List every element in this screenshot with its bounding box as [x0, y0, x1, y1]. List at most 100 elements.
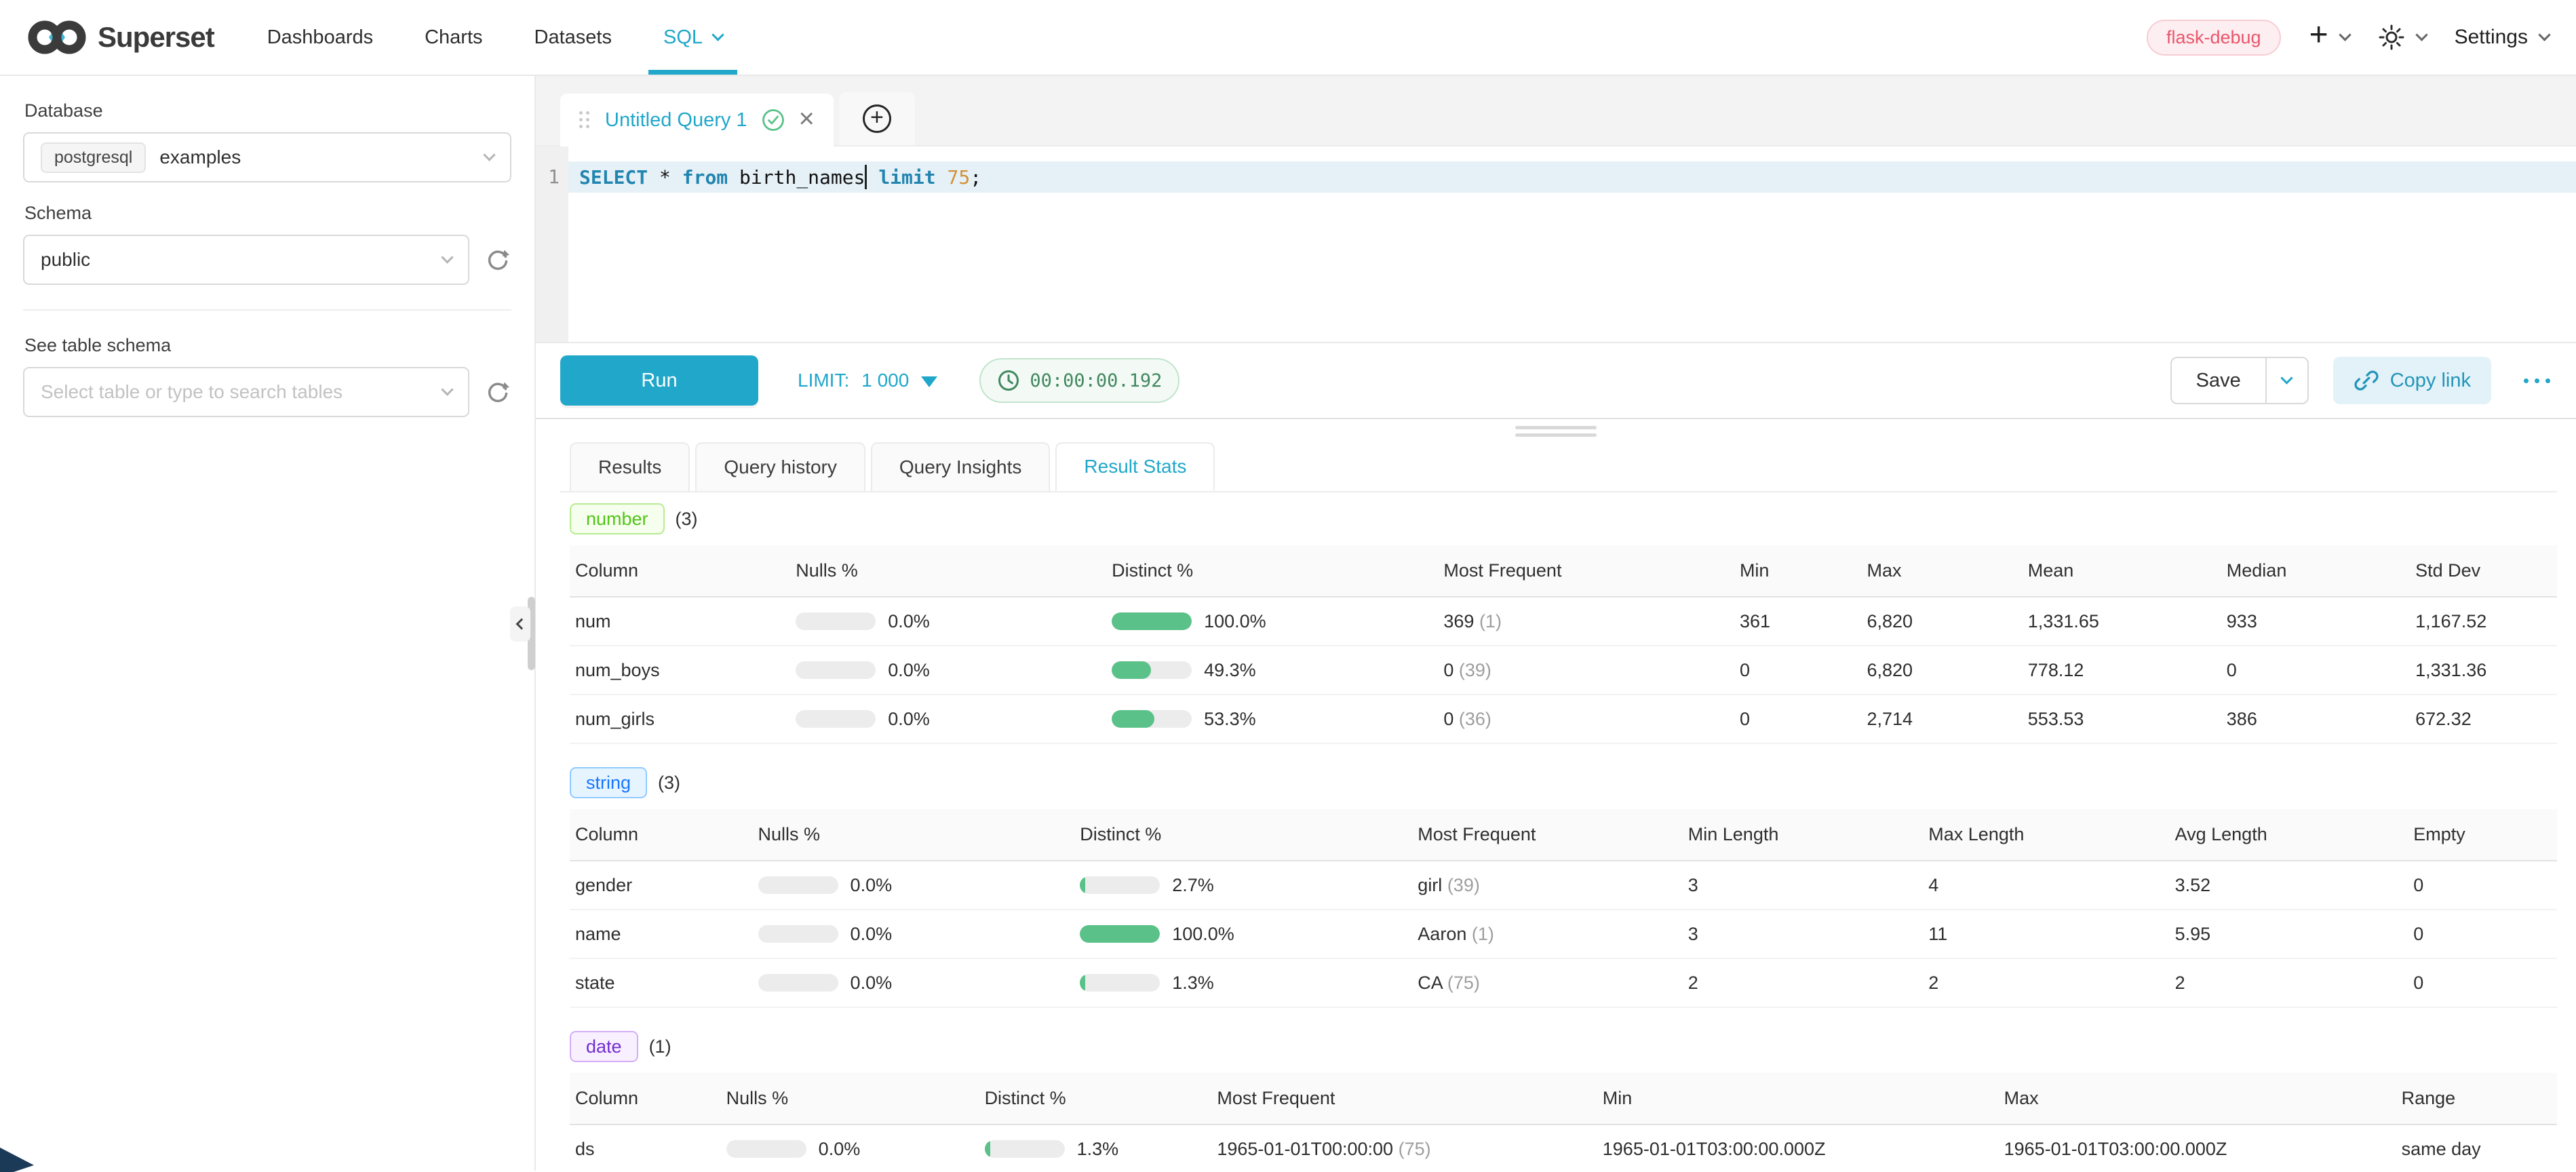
tab-query-history[interactable]: Query history	[695, 442, 865, 491]
database-select[interactable]: postgresql examples	[23, 132, 511, 182]
schema-value: public	[41, 249, 90, 271]
column-header: Min Length	[1683, 809, 1924, 861]
most-frequent-cell: 369 (1)	[1438, 597, 1734, 646]
nav-item-datasets[interactable]: Datasets	[534, 0, 612, 75]
nav-item-charts[interactable]: Charts	[425, 0, 482, 75]
plus-icon: +	[2309, 19, 2328, 52]
progress-percent: 0.0%	[851, 875, 893, 896]
stat-value-cell: 2	[1683, 958, 1924, 1007]
environment-badge: flask-debug	[2147, 20, 2281, 56]
stat-value-cell: 2,714	[1861, 695, 2022, 743]
progress-pill	[1080, 925, 1160, 943]
nav-item-dashboards[interactable]: Dashboards	[267, 0, 373, 75]
table-select-placeholder: Select table or type to search tables	[41, 381, 343, 403]
column-header: Max	[1861, 545, 2022, 597]
distinct-cell: 1.3%	[979, 1125, 1212, 1171]
more-options-button[interactable]	[2520, 372, 2554, 390]
progress-pill	[1080, 876, 1160, 894]
stat-value-cell: same day	[2396, 1125, 2557, 1171]
close-tab-icon[interactable]: ×	[799, 105, 815, 132]
stat-value-cell: 11	[1923, 910, 2169, 958]
progress-pill	[1112, 612, 1192, 630]
editor-code-area[interactable]: SELECT * from birth_names limit 75;	[568, 146, 2576, 342]
new-query-tab-button[interactable]: +	[839, 92, 915, 145]
section-badge-row: string(3)	[570, 767, 2557, 798]
settings-menu[interactable]: Settings	[2455, 26, 2549, 49]
progress-cell: 0.0%	[726, 1139, 973, 1160]
table-schema-label: See table schema	[24, 335, 511, 356]
column-header: Nulls %	[790, 545, 1106, 597]
stat-value-cell: 1,331.36	[2410, 646, 2557, 695]
query-success-check-icon	[761, 108, 785, 132]
header-row: ColumnNulls %Distinct %Most FrequentMinM…	[570, 1073, 2557, 1125]
most-frequent-count: (75)	[1393, 1139, 1431, 1159]
query-tab[interactable]: Untitled Query 1 ×	[560, 94, 834, 146]
tab-result-stats[interactable]: Result Stats	[1055, 442, 1215, 491]
column-name-cell: num_boys	[570, 646, 790, 695]
tab-query-insights[interactable]: Query Insights	[871, 442, 1051, 491]
collapse-sidebar-button[interactable]	[510, 606, 530, 642]
save-options-button[interactable]	[2265, 358, 2307, 403]
caret-down-icon	[921, 376, 937, 387]
stat-value-cell: 5.95	[2170, 910, 2408, 958]
brand-name: Superset	[98, 21, 214, 54]
header-row: ColumnNulls %Distinct %Most FrequentMinM…	[570, 545, 2557, 597]
superset-logo[interactable]: Superset	[27, 18, 214, 56]
column-header: Nulls %	[753, 809, 1075, 861]
chevron-down-icon	[441, 251, 453, 263]
progress-pill	[758, 876, 838, 894]
limit-dropdown[interactable]: LIMIT: 1 000	[798, 370, 937, 391]
new-item-menu[interactable]: +	[2309, 23, 2349, 52]
tab-results[interactable]: Results	[570, 442, 690, 491]
most-frequent-value: Aaron	[1418, 924, 1466, 944]
progress-percent: 100.0%	[1204, 611, 1266, 632]
progress-percent: 0.0%	[888, 611, 930, 632]
nav-item-sql[interactable]: SQL	[663, 0, 722, 75]
sql-token	[867, 166, 878, 189]
column-header: Avg Length	[2170, 809, 2408, 861]
main-nav: Dashboards Charts Datasets SQL	[267, 0, 722, 75]
stat-value-cell: 4	[1923, 861, 2169, 910]
refresh-schemas-button[interactable]	[484, 246, 511, 273]
column-header: Range	[2396, 1073, 2557, 1125]
theme-menu[interactable]	[2378, 24, 2426, 51]
stats-section-number: number(3)ColumnNulls %Distinct %Most Fre…	[560, 503, 2557, 744]
progress-percent: 1.3%	[1077, 1139, 1119, 1160]
header-row: ColumnNulls %Distinct %Most FrequentMin …	[570, 809, 2557, 861]
stat-value-cell: 2	[1923, 958, 2169, 1007]
circle-plus-icon: +	[863, 104, 891, 133]
superset-logo-icon	[27, 18, 87, 56]
stat-value-cell: 0	[2408, 958, 2557, 1007]
column-header: Distinct %	[1074, 809, 1412, 861]
progress-pill	[1112, 661, 1192, 679]
most-frequent-value: girl	[1418, 875, 1442, 895]
refresh-tables-button[interactable]	[484, 378, 511, 406]
progress-percent: 0.0%	[888, 709, 930, 730]
most-frequent-cell: Aaron (1)	[1412, 910, 1682, 958]
table-select[interactable]: Select table or type to search tables	[23, 367, 469, 417]
column-name-cell: num_girls	[570, 695, 790, 743]
progress-pill	[796, 612, 876, 630]
stat-value-cell: 361	[1734, 597, 1862, 646]
sql-editor[interactable]: 1 SELECT * from birth_names limit 75;	[536, 146, 2576, 342]
progress-percent: 0.0%	[819, 1139, 861, 1160]
progress-cell: 1.3%	[985, 1139, 1205, 1160]
splitter-grip-icon[interactable]	[1515, 426, 1597, 441]
refresh-icon	[486, 248, 510, 272]
save-button[interactable]: Save	[2172, 358, 2265, 403]
schema-select[interactable]: public	[23, 235, 469, 285]
sql-token: birth_names	[728, 166, 865, 189]
stat-value-cell: 0	[1734, 646, 1862, 695]
pane-splitter[interactable]	[536, 419, 2576, 442]
progress-cell: 0.0%	[758, 973, 1068, 994]
sun-icon	[2378, 24, 2405, 51]
sql-code-line[interactable]: SELECT * from birth_names limit 75;	[568, 161, 2576, 193]
run-query-button[interactable]: Run	[560, 355, 758, 406]
chevron-down-icon	[441, 383, 453, 395]
progress-pill-fill	[1080, 925, 1160, 943]
query-tab-strip: Untitled Query 1 × +	[536, 76, 2576, 146]
progress-pill	[1080, 974, 1160, 992]
copy-link-button[interactable]: Copy link	[2333, 357, 2491, 404]
stat-value-cell: 0	[2408, 910, 2557, 958]
drag-handle-icon[interactable]	[579, 111, 590, 129]
